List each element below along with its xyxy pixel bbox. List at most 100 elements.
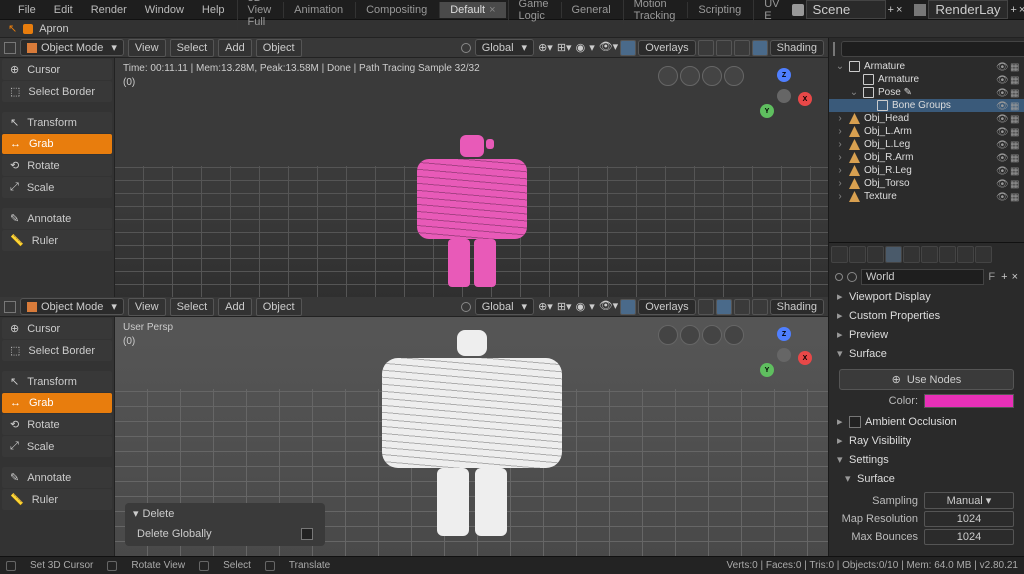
restrict-icon[interactable]: ▦ (1010, 101, 1020, 111)
panel-preview[interactable]: ▸Preview (831, 325, 1022, 344)
add-icon[interactable]: + (1001, 271, 1007, 283)
panel-settings[interactable]: ▾Settings (831, 450, 1022, 469)
workspace-tab[interactable]: UV E (753, 0, 789, 24)
tool-scale[interactable]: ⤢Scale (2, 177, 112, 198)
add-layer-icon[interactable]: + (1010, 4, 1016, 16)
restrict-icon[interactable]: ▦ (1010, 75, 1020, 85)
overlays-dropdown[interactable]: Overlays (638, 299, 695, 315)
header-menu-object[interactable]: Object (256, 298, 302, 316)
overlay-toggle[interactable] (620, 299, 636, 315)
add-scene-icon[interactable]: + (888, 4, 894, 16)
overlay-btn[interactable] (658, 66, 678, 86)
tool-cursor[interactable]: ⊕Cursor (2, 318, 112, 339)
visibility-icon[interactable]: 👁▾ (599, 40, 619, 56)
restrict-icon[interactable]: ▦ (1010, 140, 1020, 150)
header-menu-view[interactable]: View (128, 39, 166, 57)
character-mesh-solid[interactable] (382, 330, 562, 536)
pivot-icon[interactable]: ⊕▾ (538, 300, 553, 313)
eye-icon[interactable]: 👁 (996, 192, 1006, 202)
rendered-shade[interactable] (752, 40, 768, 56)
panel-surface[interactable]: ▾Surface (831, 344, 1022, 363)
ao-checkbox[interactable] (849, 416, 861, 428)
eye-icon[interactable]: 👁 (996, 166, 1006, 176)
panel-surface-sub[interactable]: ▾Surface (839, 469, 1022, 488)
outliner-row[interactable]: Armature👁▦ (829, 73, 1024, 86)
nav-gizmo[interactable]: Z X Y (756, 68, 812, 124)
outliner-row[interactable]: ›Obj_L.Leg👁▦ (829, 138, 1024, 151)
wire-shade[interactable] (698, 40, 714, 56)
overlay-btn[interactable] (724, 325, 744, 345)
close-icon[interactable]: × (489, 4, 495, 16)
remove-icon[interactable]: × (1012, 271, 1018, 283)
expand-icon[interactable]: ⌄ (835, 61, 845, 72)
prop-tab[interactable] (867, 246, 884, 263)
header-menu-select[interactable]: Select (170, 39, 215, 57)
overlay-btn[interactable] (680, 66, 700, 86)
panel-ambient-occlusion[interactable]: ▸Ambient Occlusion (831, 412, 1022, 431)
overlay-btn[interactable] (680, 325, 700, 345)
renderlayer-input[interactable] (928, 0, 1008, 19)
restrict-icon[interactable]: ▦ (1010, 127, 1020, 137)
workspace-tab[interactable]: Game Logic (508, 0, 559, 24)
header-menu-object[interactable]: Object (256, 39, 302, 57)
overlays-dropdown[interactable]: Overlays (638, 40, 695, 56)
outliner-row[interactable]: Bone Groups👁▦ (829, 99, 1024, 112)
overlay-btn[interactable] (702, 66, 722, 86)
expand-icon[interactable]: › (835, 191, 845, 202)
shading-dropdown[interactable]: Shading (770, 40, 824, 56)
chevron-down-icon[interactable]: ▾ (133, 507, 139, 520)
axis-y[interactable]: Y (760, 363, 774, 377)
tool-ruler[interactable]: 📏Ruler (2, 489, 112, 510)
tool-rotate[interactable]: ⟲Rotate (2, 155, 112, 176)
eye-icon[interactable]: 👁 (996, 101, 1006, 111)
restrict-icon[interactable]: ▦ (1010, 114, 1020, 124)
prop-tab-world[interactable] (885, 246, 902, 263)
axis-z[interactable]: Z (777, 68, 791, 82)
editor-type-icon[interactable] (4, 301, 16, 313)
expand-icon[interactable]: › (835, 178, 845, 189)
eye-icon[interactable]: 👁 (996, 127, 1006, 137)
restrict-icon[interactable]: ▦ (1010, 179, 1020, 189)
shading-dropdown[interactable]: Shading (770, 299, 824, 315)
editor-type-icon[interactable] (4, 42, 16, 54)
remove-scene-icon[interactable]: × (896, 4, 902, 16)
eye-icon[interactable]: 👁 (996, 179, 1006, 189)
map-res-input[interactable]: 1024 (924, 511, 1014, 527)
expand-icon[interactable]: › (835, 165, 845, 176)
max-bounces-input[interactable]: 1024 (924, 529, 1014, 545)
workspace-tab[interactable]: Animation (283, 2, 353, 18)
expand-icon[interactable]: › (835, 126, 845, 137)
pivot-icon[interactable]: ⊕▾ (538, 41, 553, 54)
visibility-icon[interactable]: 👁▾ (599, 299, 619, 315)
eye-icon[interactable]: 👁 (996, 140, 1006, 150)
outliner-row[interactable]: ›Obj_R.Arm👁▦ (829, 151, 1024, 164)
restrict-icon[interactable]: ▦ (1010, 153, 1020, 163)
remove-layer-icon[interactable]: × (1019, 4, 1024, 16)
outliner-row[interactable]: ›Obj_L.Arm👁▦ (829, 125, 1024, 138)
rendered-shade[interactable] (752, 299, 768, 315)
eye-icon[interactable]: 👁 (996, 114, 1006, 124)
workspace-tab[interactable]: 3D View Full (237, 0, 282, 30)
prop-tab[interactable] (849, 246, 866, 263)
character-mesh-rendered[interactable] (417, 135, 527, 287)
restrict-icon[interactable]: ▦ (1010, 166, 1020, 176)
pin-icon[interactable] (835, 273, 843, 281)
eye-icon[interactable]: 👁 (996, 75, 1006, 85)
prop-tab[interactable] (903, 246, 920, 263)
fake-user-label[interactable]: F (988, 271, 995, 283)
nav-gizmo[interactable]: Z X Y (756, 327, 812, 383)
mode-dropdown[interactable]: Object Mode▾ (20, 39, 124, 56)
expand-icon[interactable]: › (835, 113, 845, 124)
tool-cursor[interactable]: ⊕Cursor (2, 59, 112, 80)
tool-annotate[interactable]: ✎Annotate (2, 208, 112, 229)
viewport-3d-bottom[interactable]: User Persp (0) Z X Y ▾Delete (115, 317, 828, 556)
axis-y[interactable]: Y (760, 104, 774, 118)
matcap-shade[interactable] (734, 299, 750, 315)
header-menu-add[interactable]: Add (218, 298, 252, 316)
overlay-btn[interactable] (724, 66, 744, 86)
viewport-3d-top[interactable]: Time: 00:11.11 | Mem:13.28M, Peak:13.58M… (115, 58, 828, 297)
proportional-icon[interactable]: ◉ (576, 41, 586, 54)
axis-x[interactable]: X (798, 351, 812, 365)
orientation-dropdown[interactable]: Global▾ (475, 298, 534, 315)
header-menu-add[interactable]: Add (218, 39, 252, 57)
